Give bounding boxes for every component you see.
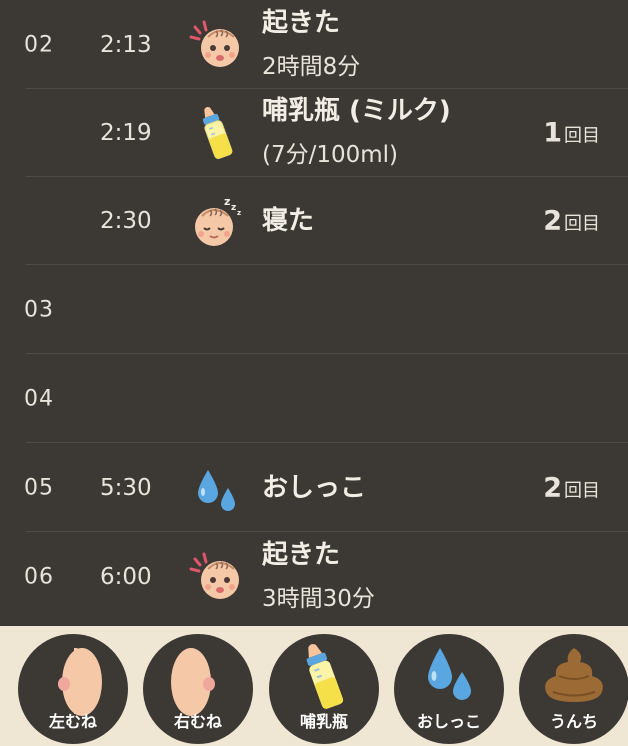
- event-duration: 2時間8分: [262, 54, 361, 80]
- poop-button[interactable]: うんち: [519, 634, 628, 744]
- event-time: 2:13: [100, 32, 152, 58]
- event-title: 寝た: [262, 206, 315, 236]
- hour-label: 05: [24, 475, 54, 501]
- baby-awake-icon: [186, 547, 246, 607]
- event-detail: (7分/100ml): [262, 142, 399, 168]
- action-label: おしっこ: [416, 712, 481, 731]
- baby-bottle-icon: [186, 103, 246, 163]
- activity-log: 02 2:13 起きた 2時間8分 2:19 哺乳瓶 (ミルク) (7分/100…: [0, 0, 628, 626]
- log-row[interactable]: 05 5:30 おしっこ 2 回目: [0, 444, 628, 532]
- event-title: おしっこ: [262, 473, 367, 503]
- baby-sleeping-icon: z z z: [186, 191, 246, 251]
- action-label: 左むね: [48, 712, 97, 731]
- action-label: 哺乳瓶: [299, 712, 348, 731]
- row-divider: [26, 264, 628, 265]
- pee-button[interactable]: おしっこ: [394, 634, 504, 744]
- event-count: 1 回目: [543, 117, 600, 149]
- log-row[interactable]: 2:30 z z z 寝た 2 回目: [0, 177, 628, 265]
- event-title: 哺乳瓶 (ミルク): [262, 96, 451, 126]
- hour-label: 02: [24, 32, 54, 58]
- event-time: 5:30: [100, 475, 152, 501]
- event-time: 2:30: [100, 208, 152, 234]
- log-row[interactable]: 2:19 哺乳瓶 (ミルク) (7分/100ml) 1 回目: [0, 89, 628, 177]
- svg-text:z: z: [224, 195, 230, 208]
- action-label: うんち: [549, 712, 598, 731]
- quick-action-bar: 左むね 右むね 哺乳瓶 おしっこ うんち: [0, 626, 628, 746]
- row-divider: [26, 353, 628, 354]
- event-title: 起きた: [262, 540, 341, 570]
- event-time: 6:00: [100, 564, 152, 590]
- log-row[interactable]: 06 6:00 起きた 3時間30分: [0, 533, 628, 621]
- event-count: 2 回目: [543, 205, 600, 237]
- svg-text:z: z: [237, 209, 241, 217]
- log-row[interactable]: 03: [0, 266, 628, 354]
- pee-drops-icon: [186, 458, 246, 518]
- bottle-button[interactable]: 哺乳瓶: [269, 634, 379, 744]
- baby-awake-icon: [186, 15, 246, 75]
- event-title: 起きた: [262, 8, 341, 38]
- right-breast-button[interactable]: 右むね: [143, 634, 253, 744]
- log-row[interactable]: 04: [0, 355, 628, 443]
- row-divider: [26, 442, 628, 443]
- left-breast-button[interactable]: 左むね: [18, 634, 128, 744]
- event-count: 2 回目: [543, 472, 600, 504]
- event-duration: 3時間30分: [262, 586, 375, 612]
- hour-label: 03: [24, 297, 54, 323]
- svg-text:z: z: [231, 203, 236, 213]
- log-row[interactable]: 02 2:13 起きた 2時間8分: [0, 1, 628, 89]
- hour-label: 06: [24, 564, 54, 590]
- hour-label: 04: [24, 386, 54, 412]
- event-time: 2:19: [100, 120, 152, 146]
- action-label: 右むね: [173, 712, 222, 731]
- row-divider: [26, 531, 628, 532]
